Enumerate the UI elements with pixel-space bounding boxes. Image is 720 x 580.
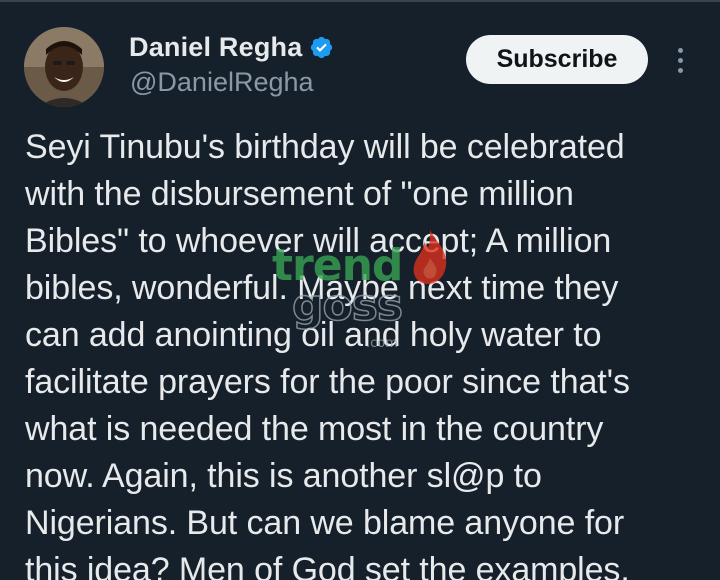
tweet-line: Bibles" to whoever will accept; A millio…	[25, 222, 612, 260]
tweet-text: Seyi Tinubu's birthday will be celebrate…	[25, 124, 715, 580]
more-dot	[677, 57, 683, 63]
top-divider	[0, 0, 720, 2]
tweet-line: now. Again, this is another sl@p to	[25, 457, 542, 495]
tweet-line: with the disbursement of "one million	[25, 175, 574, 213]
avatar[interactable]	[24, 27, 104, 107]
author-name-row: Daniel Regha	[129, 30, 334, 64]
display-name[interactable]: Daniel Regha	[129, 32, 302, 63]
tweet-line: this idea? Men of God set the examples.	[25, 551, 630, 580]
tweet-line: Nigerians. But can we blame anyone for	[25, 504, 625, 542]
subscribe-button[interactable]: Subscribe	[466, 35, 648, 84]
more-options-icon[interactable]	[666, 44, 694, 76]
author-handle[interactable]: @DanielRegha	[130, 67, 314, 98]
tweet-line: what is needed the most in the country	[25, 410, 604, 448]
verified-badge-icon	[309, 35, 334, 60]
tweet-line: can add anointing oil and holy water to	[25, 316, 602, 354]
more-dot	[677, 67, 683, 73]
more-dot	[677, 47, 683, 53]
tweet-line: bibles, wonderful. Maybe next time they	[25, 269, 619, 307]
tweet-line: Seyi Tinubu's birthday will be celebrate…	[25, 128, 625, 166]
tweet-line: facilitate prayers for the poor since th…	[25, 363, 630, 401]
